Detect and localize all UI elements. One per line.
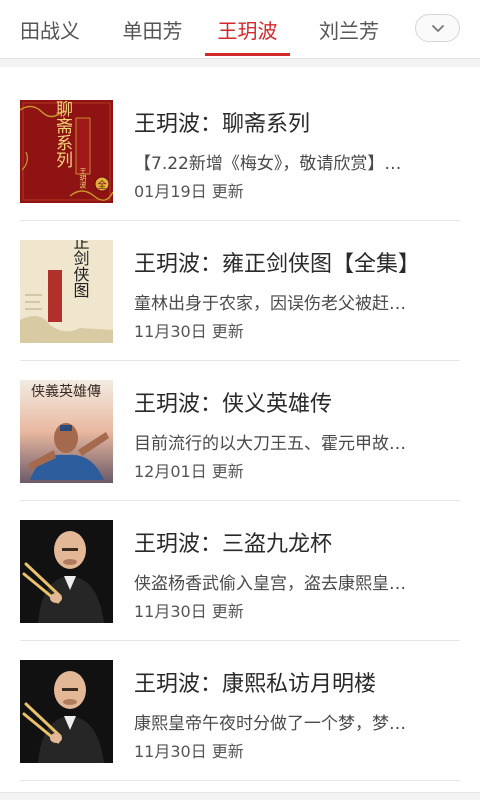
cover-title: 雍正剑侠图 (71, 240, 90, 298)
cover-title: 侠義英雄傳 (31, 383, 101, 400)
album-description: 侠盗杨香武偷入皇宫，盗去康熙皇… (134, 574, 406, 594)
album-title: 王玥波：三盗九龙杯 (134, 532, 333, 557)
tab-tian-zhanyi[interactable]: 田战义 (0, 0, 100, 58)
list-item[interactable]: 聊斋系列 王玥波 全 王玥波：聊斋系列 【7.22新增《梅女》，敬请欣赏】… 0… (0, 81, 480, 221)
cover-badge: 全 (97, 179, 106, 191)
list-item[interactable]: 王玥波：康熙私访月明楼 康熙皇帝午夜时分做了一个梦，梦… 11月30日 更新 (0, 641, 480, 781)
album-cover-image: 侠義英雄傳 (20, 380, 113, 483)
item-divider (20, 780, 460, 781)
album-cover-image (20, 660, 113, 763)
tab-underline (205, 53, 290, 56)
album-update-date: 12月01日 更新 (134, 462, 244, 481)
list-item[interactable]: 王玥波：三盗九龙杯 侠盗杨香武偷入皇宫，盗去康熙皇… 11月30日 更新 (0, 501, 480, 641)
tab-liu-lanfang[interactable]: 刘兰芳 (290, 0, 408, 58)
album-description: 目前流行的以大刀王五、霍元甲故… (134, 434, 406, 454)
section-gap (0, 59, 480, 67)
list-item[interactable]: 雍正剑侠图 王玥波：雍正剑侠图【全集】 童林出身于农家，因误伤老父被赶… 11月… (0, 221, 480, 361)
album-list: 聊斋系列 王玥波 全 王玥波：聊斋系列 【7.22新增《梅女》，敬请欣赏】… 0… (0, 81, 480, 781)
album-description: 【7.22新增《梅女》，敬请欣赏】… (134, 154, 402, 174)
tab-shan-tianfang[interactable]: 单田芳 (100, 0, 205, 58)
album-description: 康熙皇帝午夜时分做了一个梦，梦… (134, 714, 406, 734)
chevron-down-icon (431, 24, 444, 32)
more-tabs-button[interactable] (415, 14, 460, 42)
tab-label: 单田芳 (122, 18, 183, 43)
bottom-gap (0, 792, 480, 800)
tab-label: 田战义 (20, 18, 80, 43)
tab-label: 刘兰芳 (319, 18, 379, 43)
album-update-date: 11月30日 更新 (134, 602, 244, 621)
album-update-date: 01月19日 更新 (134, 182, 244, 201)
album-title: 王玥波：聊斋系列 (134, 112, 311, 137)
album-update-date: 11月30日 更新 (134, 322, 244, 341)
album-cover-image: 雍正剑侠图 (20, 240, 113, 343)
list-item[interactable]: 侠義英雄傳 王玥波：侠义英雄传 目前流行的以大刀王五、霍元甲故… 12月01日 … (0, 361, 480, 501)
cover-title-char: 聊斋系列 (52, 100, 73, 169)
album-title: 王玥波：雍正剑侠图【全集】 (134, 252, 421, 277)
album-update-date: 11月30日 更新 (134, 742, 244, 761)
cover-author: 王玥波 (79, 168, 87, 190)
album-cover-image: 聊斋系列 王玥波 全 (20, 100, 113, 203)
tab-wang-yuebo[interactable]: 王玥波 (205, 0, 290, 58)
category-tab-bar: 田战义 单田芳 王玥波 刘兰芳 (0, 0, 480, 58)
album-title: 王玥波：康熙私访月明楼 (134, 672, 377, 697)
album-description: 童林出身于农家，因误伤老父被赶… (134, 294, 406, 314)
album-title: 王玥波：侠义英雄传 (134, 392, 333, 417)
tab-label: 王玥波 (217, 18, 278, 43)
album-cover-image (20, 520, 113, 623)
